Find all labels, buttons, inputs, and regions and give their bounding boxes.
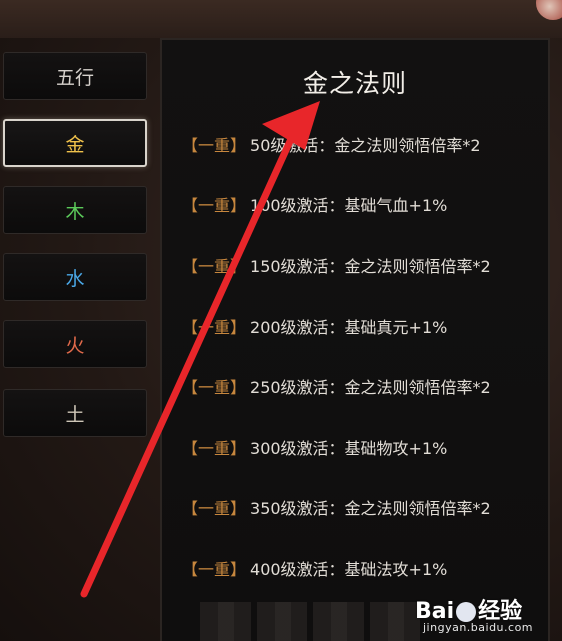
element-tab-list: 五行 金 木 水 火 土 (0, 0, 160, 641)
rule-text: 100级激活：基础气血+1% (250, 196, 448, 215)
law-detail-panel: 金之法则 【一重】 50级激活：金之法则领悟倍率*2 【一重】 100级激活：基… (160, 38, 550, 641)
rule-tier: 【一重】 (182, 499, 247, 518)
rule-text: 150级激活：金之法则领悟倍率*2 (250, 257, 491, 276)
tab-label: 土 (65, 403, 85, 426)
tab-wuxing[interactable]: 五行 (3, 52, 147, 100)
rule-row: 【一重】 200级激活：基础真元+1% (182, 311, 447, 341)
tab-label: 火 (65, 334, 85, 357)
rule-text: 350级激活：金之法则领悟倍率*2 (250, 499, 491, 518)
rule-row: 【一重】 50级激活：金之法则领悟倍率*2 (182, 129, 481, 159)
rule-text: 300级激活：基础物攻+1% (250, 439, 448, 458)
tab-label: 木 (65, 200, 85, 223)
rule-text: 200级激活：基础真元+1% (250, 318, 448, 337)
tab-label: 水 (65, 267, 85, 290)
watermark-url: jingyan.baidu.com (423, 621, 534, 634)
baidu-watermark: Bai 经验 jingyan.baidu.com (415, 593, 550, 635)
rule-text: 50级激活：金之法则领悟倍率*2 (250, 136, 481, 155)
panel-title: 金之法则 (302, 69, 407, 98)
rule-tier: 【一重】 (182, 257, 247, 276)
rule-tier: 【一重】 (182, 439, 247, 458)
tab-metal[interactable]: 金 (3, 119, 147, 167)
tab-earth[interactable]: 土 (3, 389, 147, 437)
tab-label: 五行 (55, 66, 94, 89)
rule-tier: 【一重】 (182, 560, 247, 579)
tab-wood[interactable]: 木 (3, 186, 147, 234)
rule-row: 【一重】 150级激活：金之法则领悟倍率*2 (182, 250, 491, 280)
rule-text: 250级激活：金之法则领悟倍率*2 (250, 378, 491, 397)
rule-row: 【一重】 350级激活：金之法则领悟倍率*2 (182, 492, 491, 522)
rule-tier: 【一重】 (182, 318, 247, 337)
rule-row: 【一重】 300级激活：基础物攻+1% (182, 432, 447, 462)
tab-water[interactable]: 水 (3, 253, 147, 301)
rule-text: 400级激活：基础法攻+1% (250, 560, 448, 579)
rule-row: 【一重】 250级激活：金之法则领悟倍率*2 (182, 371, 491, 401)
paw-icon (456, 602, 477, 622)
rule-tier: 【一重】 (182, 378, 247, 397)
bottom-blurred-strip (200, 602, 420, 641)
rule-tier: 【一重】 (182, 196, 247, 215)
tab-label: 金 (65, 133, 85, 156)
rule-row: 【一重】 400级激活：基础法攻+1% (182, 553, 447, 583)
rule-row: 【一重】 100级激活：基础气血+1% (182, 189, 447, 219)
tab-fire[interactable]: 火 (3, 320, 147, 368)
rule-tier: 【一重】 (182, 136, 247, 155)
